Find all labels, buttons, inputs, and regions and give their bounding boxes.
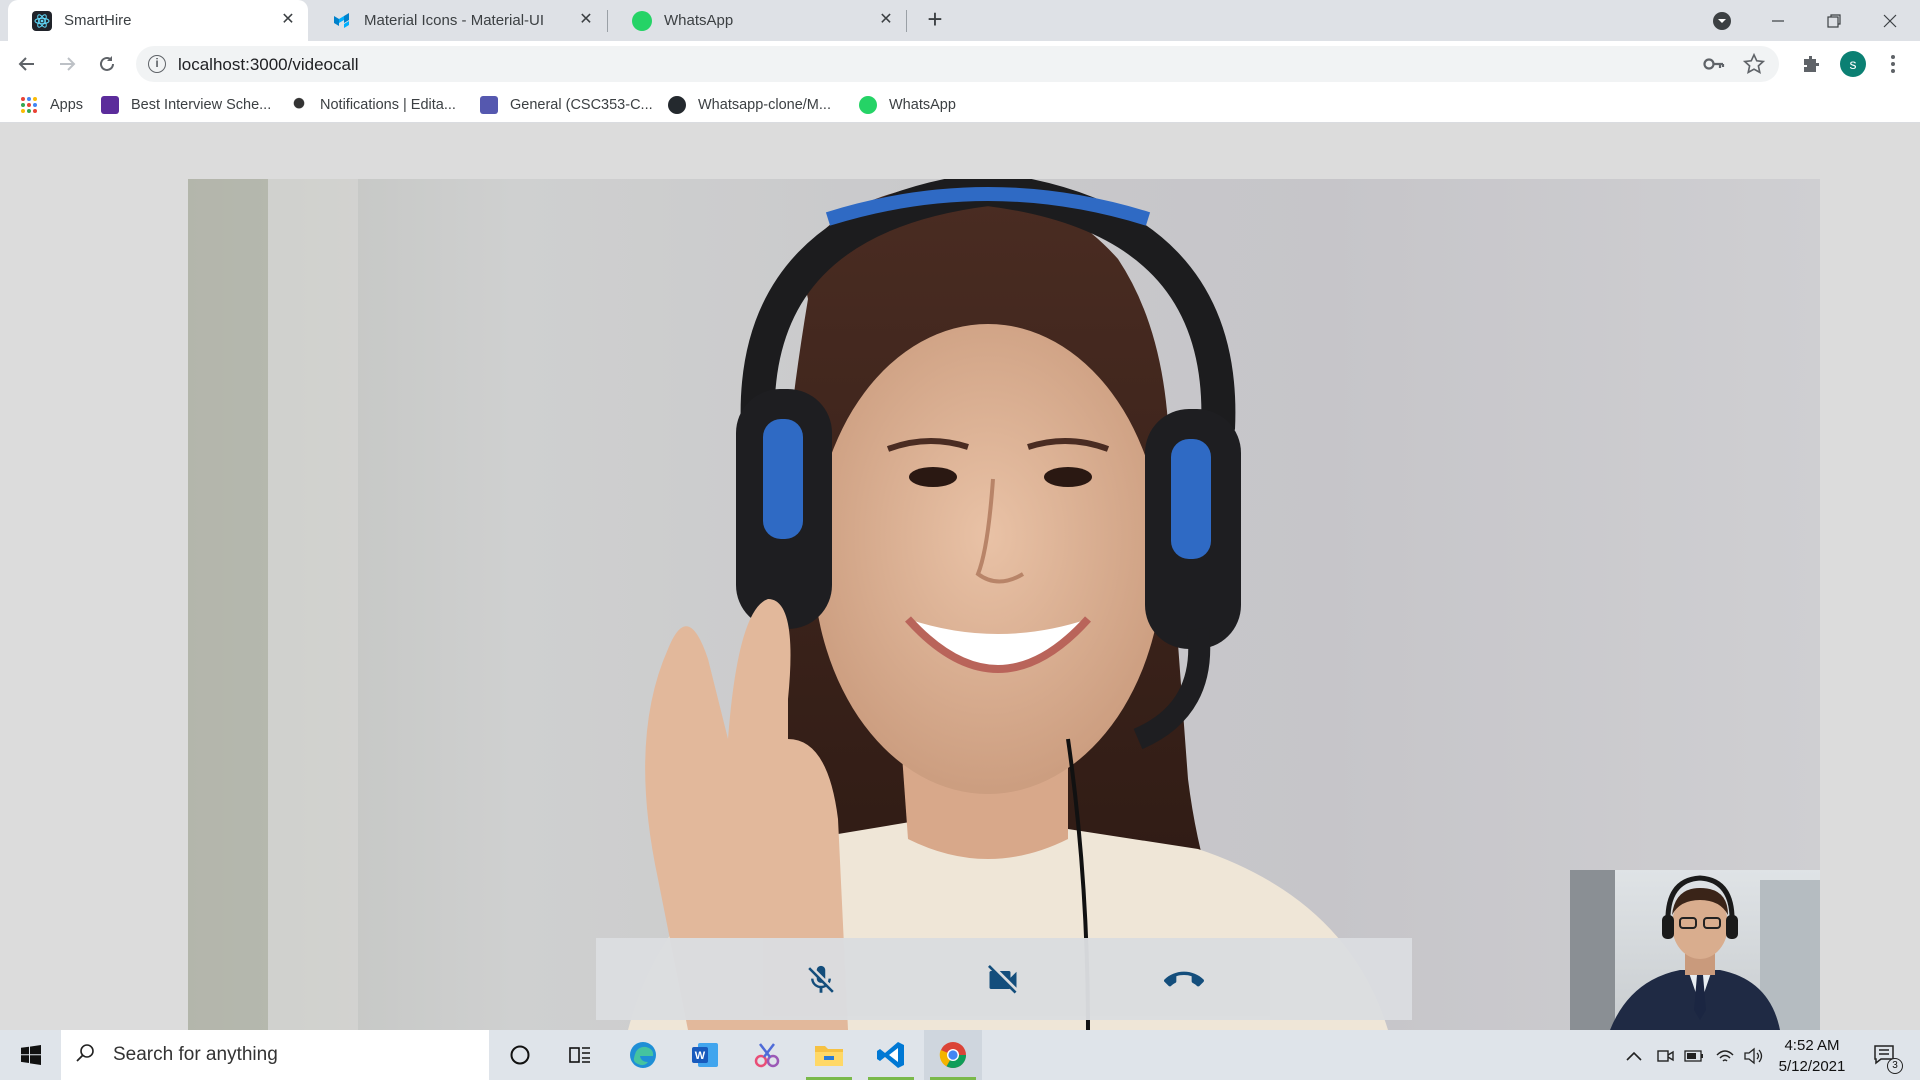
tab-material-icons[interactable]: Material Icons - Material-UI ✕ <box>308 0 606 41</box>
local-video <box>1570 870 1820 1030</box>
forward-button[interactable] <box>53 50 81 78</box>
back-button[interactable] <box>13 50 41 78</box>
word-icon: W <box>692 1043 718 1067</box>
material-ui-icon <box>332 11 352 31</box>
close-tab-icon[interactable]: ✕ <box>576 10 596 30</box>
tab-search-button[interactable] <box>1694 0 1750 41</box>
bookmark-teams-general[interactable]: General (CSC353-C... <box>480 94 653 116</box>
bookmark-whatsapp[interactable]: WhatsApp <box>859 94 956 116</box>
tab-smarthire[interactable]: SmartHire ✕ <box>8 0 308 41</box>
key-icon[interactable] <box>1703 54 1725 79</box>
vscode-app[interactable] <box>862 1030 920 1080</box>
chrome-icon <box>939 1042 967 1069</box>
profile-initial: s <box>1840 51 1866 77</box>
start-button[interactable] <box>2 1030 60 1080</box>
profile-avatar[interactable]: s <box>1839 50 1867 78</box>
vscode-icon <box>877 1042 904 1068</box>
task-view-icon <box>569 1047 590 1063</box>
call-controls-bar <box>596 938 1412 1020</box>
edge-icon <box>630 1042 656 1068</box>
local-participant-image <box>1570 870 1820 1030</box>
call-end-icon <box>1164 971 1204 987</box>
bookmark-label: WhatsApp <box>889 97 956 113</box>
clock-date: 5/12/2021 <box>1778 1058 1846 1075</box>
cortana-circle-icon <box>510 1045 530 1065</box>
word-app[interactable]: W <box>676 1030 734 1080</box>
site-info-icon[interactable]: i <box>148 55 166 73</box>
bookmark-star-icon[interactable] <box>1742 52 1766 80</box>
reload-button[interactable] <box>93 50 121 78</box>
search-icon <box>75 1043 95 1068</box>
tab-whatsapp[interactable]: WhatsApp ✕ <box>608 0 906 41</box>
taskbar-search-box[interactable]: Search for anything <box>61 1030 489 1080</box>
close-tab-icon[interactable]: ✕ <box>278 10 298 30</box>
scissors-icon <box>754 1043 780 1068</box>
mic-toggle-button[interactable] <box>799 958 843 1002</box>
camera-toggle-button[interactable] <box>981 958 1025 1002</box>
taskbar-clock[interactable]: 4:52 AM 5/12/2021 <box>1768 1035 1856 1077</box>
windows-logo-icon <box>21 1045 41 1065</box>
bookmark-interview-scheduler[interactable]: Best Interview Sche... <box>101 94 271 116</box>
windows-taskbar: Search for anything W 4:52 AM 5/12/2021 … <box>0 1030 1920 1080</box>
react-icon <box>32 10 52 31</box>
close-tab-icon[interactable]: ✕ <box>876 10 896 30</box>
bookmark-apps[interactable]: Apps <box>20 94 83 116</box>
clock-time: 4:52 AM <box>1784 1037 1840 1054</box>
folder-icon <box>815 1046 843 1066</box>
bookmark-label: Whatsapp-clone/M... <box>698 97 831 113</box>
new-tab-button[interactable]: + <box>922 6 948 33</box>
github-icon <box>668 96 686 114</box>
notification-count-badge: 3 <box>1887 1058 1903 1074</box>
tab-title: WhatsApp <box>664 12 734 29</box>
videocall-page <box>0 124 1920 1030</box>
minimize-button[interactable] <box>1750 0 1806 41</box>
bookmark-notifications[interactable]: Notifications | Edita... <box>290 94 456 116</box>
bookmark-label: Notifications | Edita... <box>320 97 456 113</box>
chevron-up-icon <box>1626 1051 1642 1061</box>
videocam-off-icon <box>988 965 1017 994</box>
bookmark-label: General (CSC353-C... <box>510 97 653 113</box>
mic-off-icon <box>808 965 834 993</box>
svg-text:W: W <box>695 1050 706 1062</box>
calendar-app-icon <box>101 96 119 114</box>
tab-strip: SmartHire ✕ Material Icons - Material-UI… <box>0 0 1920 41</box>
tab-title: Material Icons - Material-UI <box>364 12 545 29</box>
snip-sketch-app[interactable] <box>738 1030 796 1080</box>
whatsapp-icon <box>859 96 877 114</box>
url-text: localhost:3000/videocall <box>178 55 359 74</box>
edge-app[interactable] <box>614 1030 672 1080</box>
apps-grid-icon <box>20 96 38 114</box>
extensions-icon[interactable] <box>1797 50 1825 78</box>
browser-menu-icon[interactable] <box>1879 50 1907 78</box>
bookmark-github-whatsapp-clone[interactable]: Whatsapp-clone/M... <box>668 94 831 116</box>
wifi-icon[interactable] <box>1714 1045 1736 1067</box>
file-explorer-app[interactable] <box>800 1030 858 1080</box>
show-hidden-icons-button[interactable] <box>1623 1045 1645 1067</box>
address-bar[interactable]: i localhost:3000/videocall <box>136 46 1779 82</box>
browser-toolbar: i localhost:3000/videocall s <box>0 41 1920 87</box>
teams-icon <box>480 96 498 114</box>
bookmark-label: Apps <box>50 97 84 113</box>
restore-button[interactable] <box>1806 0 1862 41</box>
bookmark-label: Best Interview Sche... <box>131 97 272 113</box>
close-window-button[interactable] <box>1862 0 1918 41</box>
task-view-button[interactable] <box>551 1030 609 1080</box>
cortana-button[interactable] <box>491 1030 549 1080</box>
volume-icon[interactable] <box>1742 1045 1764 1067</box>
tab-separator <box>906 10 907 32</box>
notifications-site-icon <box>290 96 308 114</box>
battery-icon[interactable] <box>1683 1045 1705 1067</box>
bookmarks-bar: Apps Best Interview Sche... Notification… <box>0 87 1920 123</box>
search-placeholder: Search for anything <box>113 1044 278 1065</box>
tab-title: SmartHire <box>64 12 132 29</box>
action-center-button[interactable]: 3 <box>1856 1030 1914 1080</box>
meet-now-icon[interactable] <box>1654 1045 1676 1067</box>
end-call-button[interactable] <box>1162 958 1206 1002</box>
camera-tray-icon <box>1657 1050 1674 1062</box>
chrome-app[interactable] <box>924 1030 982 1080</box>
whatsapp-icon <box>632 10 652 31</box>
